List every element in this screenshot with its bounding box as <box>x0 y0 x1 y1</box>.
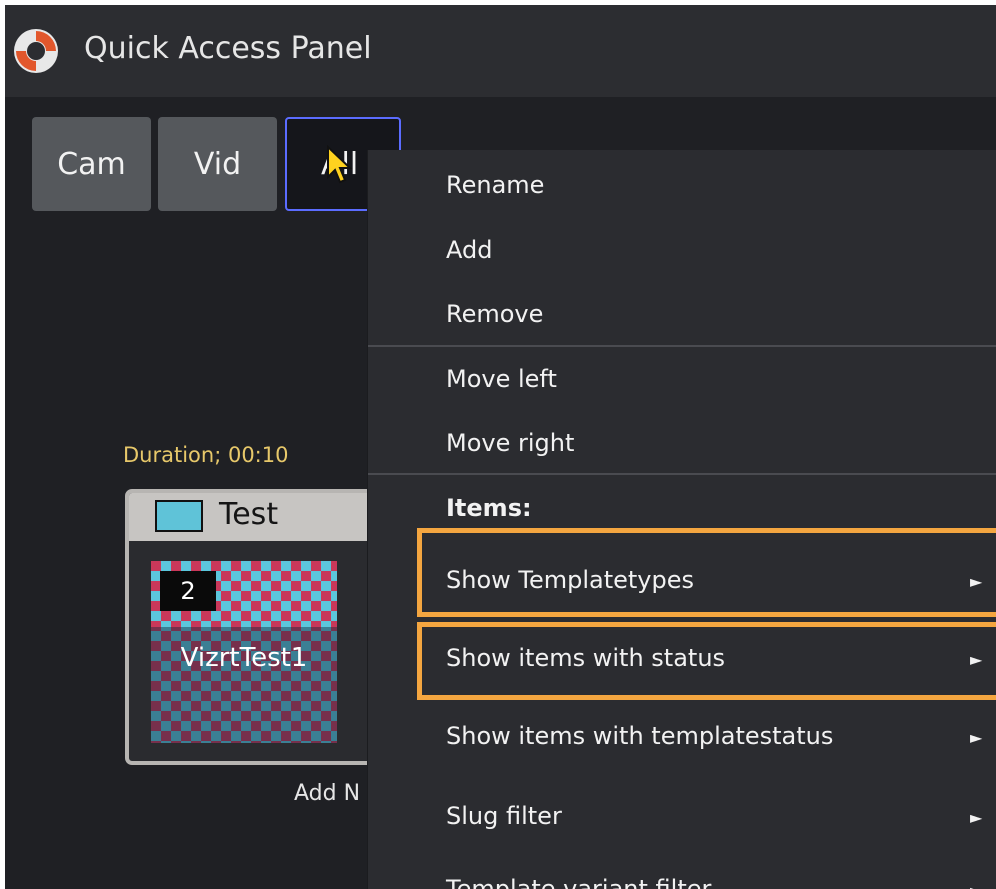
menu-item-show-items-with-templatestatus[interactable]: Show items with templatestatus <box>446 722 833 750</box>
menu-separator <box>368 473 996 475</box>
menu-item-show-items-with-status[interactable]: Show items with status <box>446 644 725 672</box>
template-card[interactable]: Test 2 VizrtTest1 <box>125 489 385 765</box>
submenu-arrow-icon: ► <box>970 881 982 889</box>
tab-vid-label: Vid <box>193 146 242 182</box>
menu-section-items: Items: <box>446 494 532 522</box>
card-name: Test <box>219 497 279 532</box>
quick-access-panel-window: Quick Access Panel Cam Vid All Duration;… <box>5 5 996 889</box>
submenu-arrow-icon: ► <box>970 808 983 827</box>
menu-item-move-left[interactable]: Move left <box>446 365 557 393</box>
menu-item-slug-filter[interactable]: Slug filter <box>446 802 562 830</box>
tab-cam[interactable]: Cam <box>32 117 151 211</box>
title-bar: Quick Access Panel <box>5 5 996 97</box>
color-swatch <box>155 500 203 532</box>
submenu-arrow-icon: ► <box>970 650 983 669</box>
thumbnail-label: VizrtTest1 <box>180 643 308 673</box>
duration-label: Duration; 00:10 <box>123 443 289 467</box>
window-title: Quick Access Panel <box>84 31 372 66</box>
menu-item-add[interactable]: Add <box>446 236 492 264</box>
menu-item-remove[interactable]: Remove <box>446 300 543 328</box>
submenu-arrow-icon: ► <box>970 728 983 747</box>
menu-item-rename[interactable]: Rename <box>446 171 544 199</box>
tab-cam-label: Cam <box>57 146 126 182</box>
template-thumbnail: 2 VizrtTest1 <box>151 561 337 743</box>
item-number-badge: 2 <box>160 571 216 611</box>
menu-item-move-right[interactable]: Move right <box>446 429 574 457</box>
menu-separator <box>368 345 996 347</box>
card-header: Test <box>129 493 381 541</box>
menu-item-show-templatetypes[interactable]: Show Templatetypes <box>446 566 694 594</box>
submenu-arrow-icon: ► <box>970 572 983 591</box>
add-new-label[interactable]: Add N <box>294 781 360 806</box>
tab-vid[interactable]: Vid <box>158 117 277 211</box>
menu-item-template-variant-filter[interactable]: Template variant filter <box>446 875 711 889</box>
context-menu: Rename Add Remove Move left Move right I… <box>367 150 996 889</box>
app-logo-icon <box>14 29 58 73</box>
mouse-cursor-icon <box>327 145 353 184</box>
